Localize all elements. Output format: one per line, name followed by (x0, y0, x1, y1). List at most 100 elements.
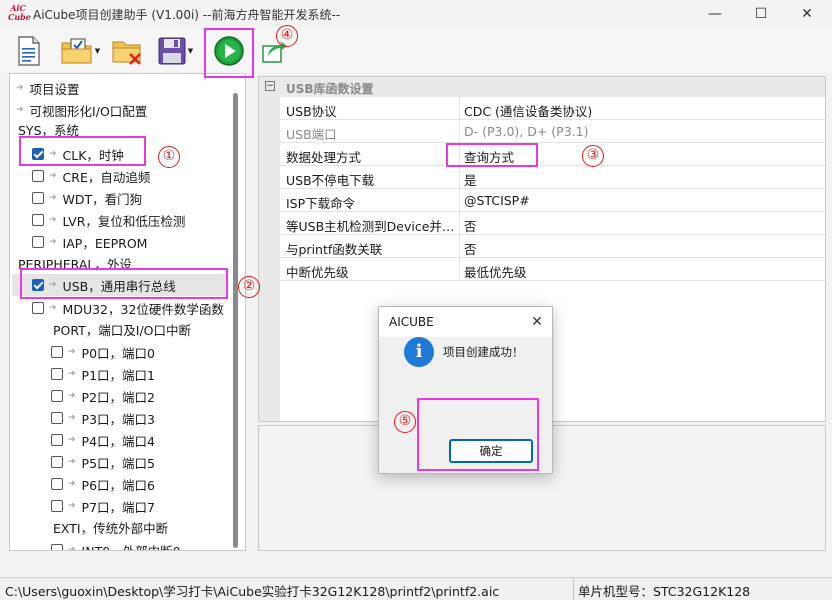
marker-5: ⑤ (394, 411, 416, 433)
tree-item-p7[interactable]: ➜ P7口，端口7 (51, 495, 155, 517)
app-logo-text-bottom: Cube (8, 12, 31, 22)
open-dropdown-arrow[interactable]: ▼ (95, 47, 100, 55)
mdu32-checkbox[interactable] (32, 302, 44, 314)
tree-item-p5[interactable]: ➜ P5口，端口5 (51, 451, 155, 473)
maximize-button[interactable]: ☐ (738, 0, 784, 28)
highlight-box-ok (417, 398, 539, 471)
tree-item-p6[interactable]: ➜ P6口，端口6 (51, 473, 155, 495)
property-name: 与printf函数关联 (286, 242, 383, 257)
arrow-right-icon: ➜ (68, 457, 76, 467)
property-row-printf[interactable]: 与printf函数关联 否 (280, 235, 825, 258)
tree-item-p1[interactable]: ➜ P1口，端口1 (51, 363, 155, 385)
tree-item-int0[interactable]: ➜ INT0，外部中断0 (51, 539, 181, 551)
property-divider (459, 120, 460, 143)
save-project-button[interactable]: ▼ (150, 34, 200, 68)
tree-item-label: INT0，外部中断0 (81, 543, 181, 551)
info-icon: i (404, 337, 434, 367)
property-divider (459, 97, 460, 120)
property-section-title: USB库函数设置 (286, 82, 374, 96)
tree-item-label: WDT，看门狗 (62, 191, 143, 207)
tree-item-p2[interactable]: ➜ P2口，端口2 (51, 385, 155, 407)
collapse-icon[interactable]: − (265, 81, 275, 91)
property-value[interactable]: 最低优先级 (464, 262, 527, 281)
arrow-right-icon: ➜ (68, 369, 76, 379)
property-name: 等USB主机检测到Device并… (286, 219, 455, 234)
property-gutter (259, 97, 280, 421)
tree-subgroup-port[interactable]: PORT，端口及I/O口中断 (53, 318, 191, 340)
arrow-right-icon: ➜ (49, 237, 57, 247)
property-name: 数据处理方式 (286, 150, 362, 165)
tree-item-project-settings[interactable]: ➜ 项目设置 (16, 77, 80, 99)
property-divider (459, 189, 460, 212)
tree-subgroup-exti[interactable]: EXTI，传统外部中断 (53, 516, 168, 538)
status-bar: C:\Users\guoxin\Desktop\学习打卡\AiCube实验打卡3… (0, 577, 832, 600)
p2-checkbox[interactable] (51, 390, 63, 402)
property-row-usb-download[interactable]: USB不停电下载 是 (280, 166, 825, 189)
p4-checkbox[interactable] (51, 434, 63, 446)
iap-checkbox[interactable] (32, 236, 44, 248)
marker-1: ① (158, 146, 180, 168)
tree-item-p0[interactable]: ➜ P0口，端口0 (51, 341, 155, 363)
tree-item-mdu32[interactable]: ➜ MDU32，32位硬件数学函数 (32, 297, 224, 319)
tree-item-label: IAP，EEPROM (62, 235, 148, 251)
p0-checkbox[interactable] (51, 346, 63, 358)
property-row-usb-port[interactable]: USB端口 D- (P3.0), D+ (P3.1) (280, 120, 825, 143)
arrow-right-icon: ➜ (68, 391, 76, 401)
arrow-right-icon: ➜ (16, 83, 24, 93)
property-row-priority[interactable]: 中断优先级 最低优先级 (280, 258, 825, 281)
status-chip-model: 单片机型号：STC32G12K128 (578, 584, 751, 599)
tree-item-label: P4口，端口4 (81, 433, 155, 449)
tree-scrollbar[interactable] (233, 93, 238, 548)
tree-item-cre[interactable]: ➜ CRE，自动追频 (32, 165, 150, 187)
dialog-message: 项目创建成功！ (443, 345, 524, 359)
minimize-button[interactable]: — (692, 0, 738, 28)
tree-item-p4[interactable]: ➜ P4口，端口4 (51, 429, 155, 451)
cre-checkbox[interactable] (32, 170, 44, 182)
property-value[interactable]: CDC (通信设备类协议) (464, 101, 592, 120)
lvr-checkbox[interactable] (32, 214, 44, 226)
dialog-close-button[interactable]: ✕ (527, 312, 547, 332)
arrow-right-icon: ➜ (68, 347, 76, 357)
p6-checkbox[interactable] (51, 478, 63, 490)
tree-group-label: PORT，端口及I/O口中断 (53, 322, 192, 338)
int0-checkbox[interactable] (51, 544, 63, 550)
tree-item-lvr[interactable]: ➜ LVR，复位和低压检测 (32, 209, 185, 231)
new-project-button[interactable] (14, 34, 44, 68)
p7-checkbox[interactable] (51, 500, 63, 512)
property-value[interactable]: 否 (464, 216, 477, 235)
property-section-header[interactable]: − USB库函数设置 (259, 77, 825, 97)
open-project-button[interactable]: ▼ (55, 34, 105, 68)
arrow-right-icon: ➜ (68, 479, 76, 489)
save-dropdown-arrow[interactable]: ▼ (188, 47, 193, 55)
property-value[interactable]: @STCISP# (464, 193, 530, 208)
tree-item-label: P2口，端口2 (81, 389, 155, 405)
p5-checkbox[interactable] (51, 456, 63, 468)
property-row-data-mode[interactable]: 数据处理方式 查询方式 (280, 143, 825, 166)
document-icon (18, 36, 40, 66)
property-row-isp-command[interactable]: ISP下载命令 @STCISP# (280, 189, 825, 212)
tree-group-label: EXTI，传统外部中断 (53, 520, 169, 536)
property-row-usb-protocol[interactable]: USB协议 CDC (通信设备类协议) (280, 97, 825, 120)
property-divider (459, 166, 460, 189)
wdt-checkbox[interactable] (32, 192, 44, 204)
close-project-button[interactable] (110, 34, 144, 68)
tree-item-p3[interactable]: ➜ P3口，端口3 (51, 407, 155, 429)
tree-item-label: P5口，端口5 (81, 455, 155, 471)
close-button[interactable]: ✕ (784, 0, 830, 28)
folder-delete-icon (112, 41, 141, 65)
tree-item-iap[interactable]: ➜ IAP，EEPROM (32, 231, 147, 253)
property-value[interactable]: 是 (464, 170, 477, 189)
p3-checkbox[interactable] (51, 412, 63, 424)
property-value[interactable]: 否 (464, 239, 477, 258)
tree-item-label: P7口，端口7 (81, 499, 155, 515)
dialog-title-bar: AICUBE ✕ (379, 307, 552, 337)
marker-2: ② (238, 276, 260, 298)
arrow-right-icon: ➜ (49, 193, 57, 203)
property-row-wait-host[interactable]: 等USB主机检测到Device并… 否 (280, 212, 825, 235)
property-divider (459, 235, 460, 258)
p1-checkbox[interactable] (51, 368, 63, 380)
tree-item-wdt[interactable]: ➜ WDT，看门狗 (32, 187, 142, 209)
status-project-path: C:\Users\guoxin\Desktop\学习打卡\AiCube实验打卡3… (5, 584, 500, 599)
arrow-right-icon: ➜ (49, 171, 57, 181)
highlight-box-run (204, 28, 254, 78)
